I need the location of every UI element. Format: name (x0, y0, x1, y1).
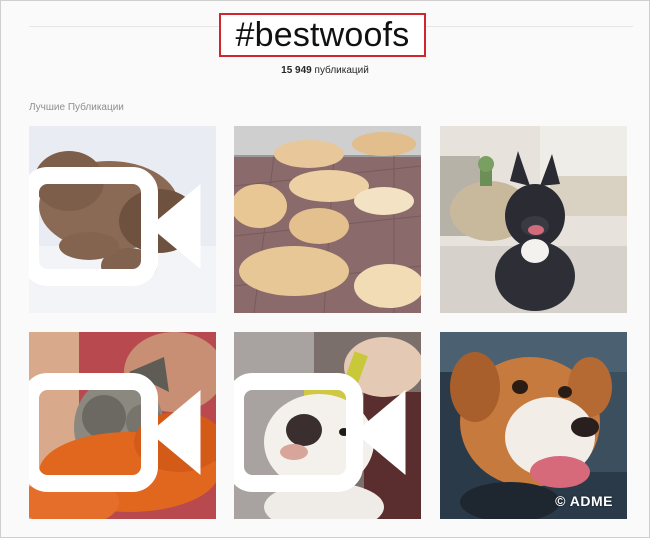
post-image-boxer-mix (440, 332, 627, 519)
post-tile-1[interactable] (29, 126, 216, 313)
post-image-puppies (234, 126, 421, 313)
post-count-number: 15 949 (281, 65, 312, 76)
post-tile-6[interactable]: © ADME (440, 332, 627, 519)
video-icon (29, 373, 201, 492)
top-posts-heading: Лучшие Публикации (29, 102, 124, 113)
post-tile-2[interactable] (234, 126, 421, 313)
post-count: 15 949 публикаций (1, 65, 649, 76)
hashtag-page: #bestwoofs 15 949 публикаций Лучшие Публ… (0, 0, 650, 538)
adme-watermark: © ADME (555, 493, 613, 509)
post-tile-3[interactable] (440, 126, 627, 313)
video-icon (234, 373, 406, 492)
post-tile-5[interactable] (234, 332, 421, 519)
hashtag-title-highlight: #bestwoofs (219, 13, 426, 57)
post-image-french-bulldog (440, 126, 627, 313)
post-count-label: публикаций (314, 65, 369, 76)
video-icon (29, 167, 201, 286)
post-tile-4[interactable] (29, 332, 216, 519)
hashtag-title: #bestwoofs (235, 16, 410, 54)
